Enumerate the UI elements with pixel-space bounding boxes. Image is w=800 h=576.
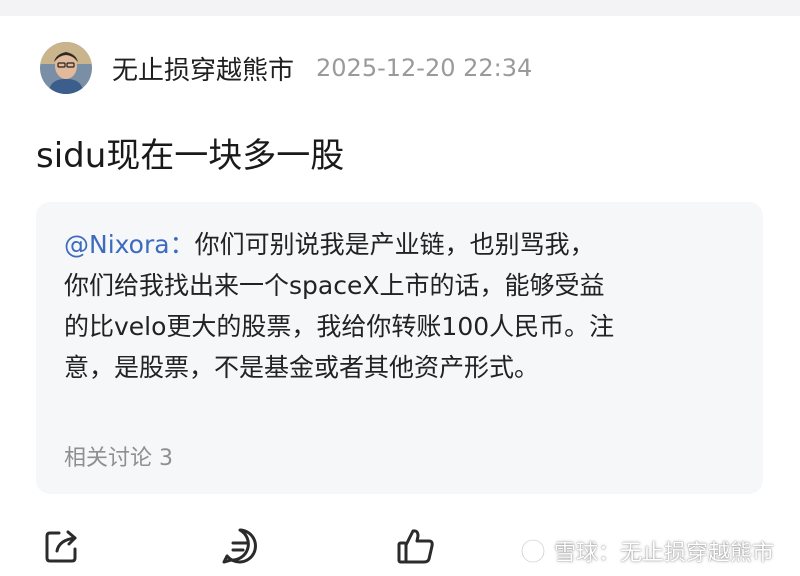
quoted-post-text: @Nixora：你们可别说我是产业链，也别骂我， 你们给我找出来一个spaceX… <box>64 224 744 388</box>
like-icon[interactable] <box>396 526 436 566</box>
watermark: 雪球：无止损穿越熊市 <box>520 536 774 566</box>
avatar[interactable] <box>40 42 92 94</box>
quote-line-1: @Nixora：你们可别说我是产业链，也别骂我， <box>64 224 744 265</box>
quote-line-3: 的比velo更大的股票，我给你转账100人民币。注 <box>64 312 615 341</box>
comment-icon[interactable] <box>220 526 260 566</box>
watermark-text: 雪球：无止损穿越熊市 <box>554 541 775 566</box>
post-text: sidu现在一块多一股 <box>36 136 345 176</box>
quoted-post-card[interactable]: @Nixora：你们可别说我是产业链，也别骂我， 你们给我找出来一个spaceX… <box>36 202 763 494</box>
post-header: 无止损穿越熊市 2025-12-20 22:34 <box>40 42 532 94</box>
author-name[interactable]: 无止损穿越熊市 <box>112 50 294 87</box>
mention-separator: ： <box>169 230 195 259</box>
top-strip <box>0 0 800 16</box>
quote-line-4: 意，是股票，不是基金或者其他资产形式。 <box>64 353 540 382</box>
mention-link[interactable]: @Nixora <box>64 230 170 259</box>
snowball-logo-icon <box>520 538 546 564</box>
avatar-image <box>40 42 92 94</box>
quote-line-1-text: 你们可别说我是产业链，也别骂我， <box>194 230 595 259</box>
related-discussions-link[interactable]: 相关讨论 3 <box>64 440 173 472</box>
share-icon[interactable] <box>42 526 82 566</box>
post-timestamp: 2025-12-20 22:34 <box>316 54 533 82</box>
quote-line-2: 你们给我找出来一个spaceX上市的话，能够受益 <box>64 271 605 300</box>
